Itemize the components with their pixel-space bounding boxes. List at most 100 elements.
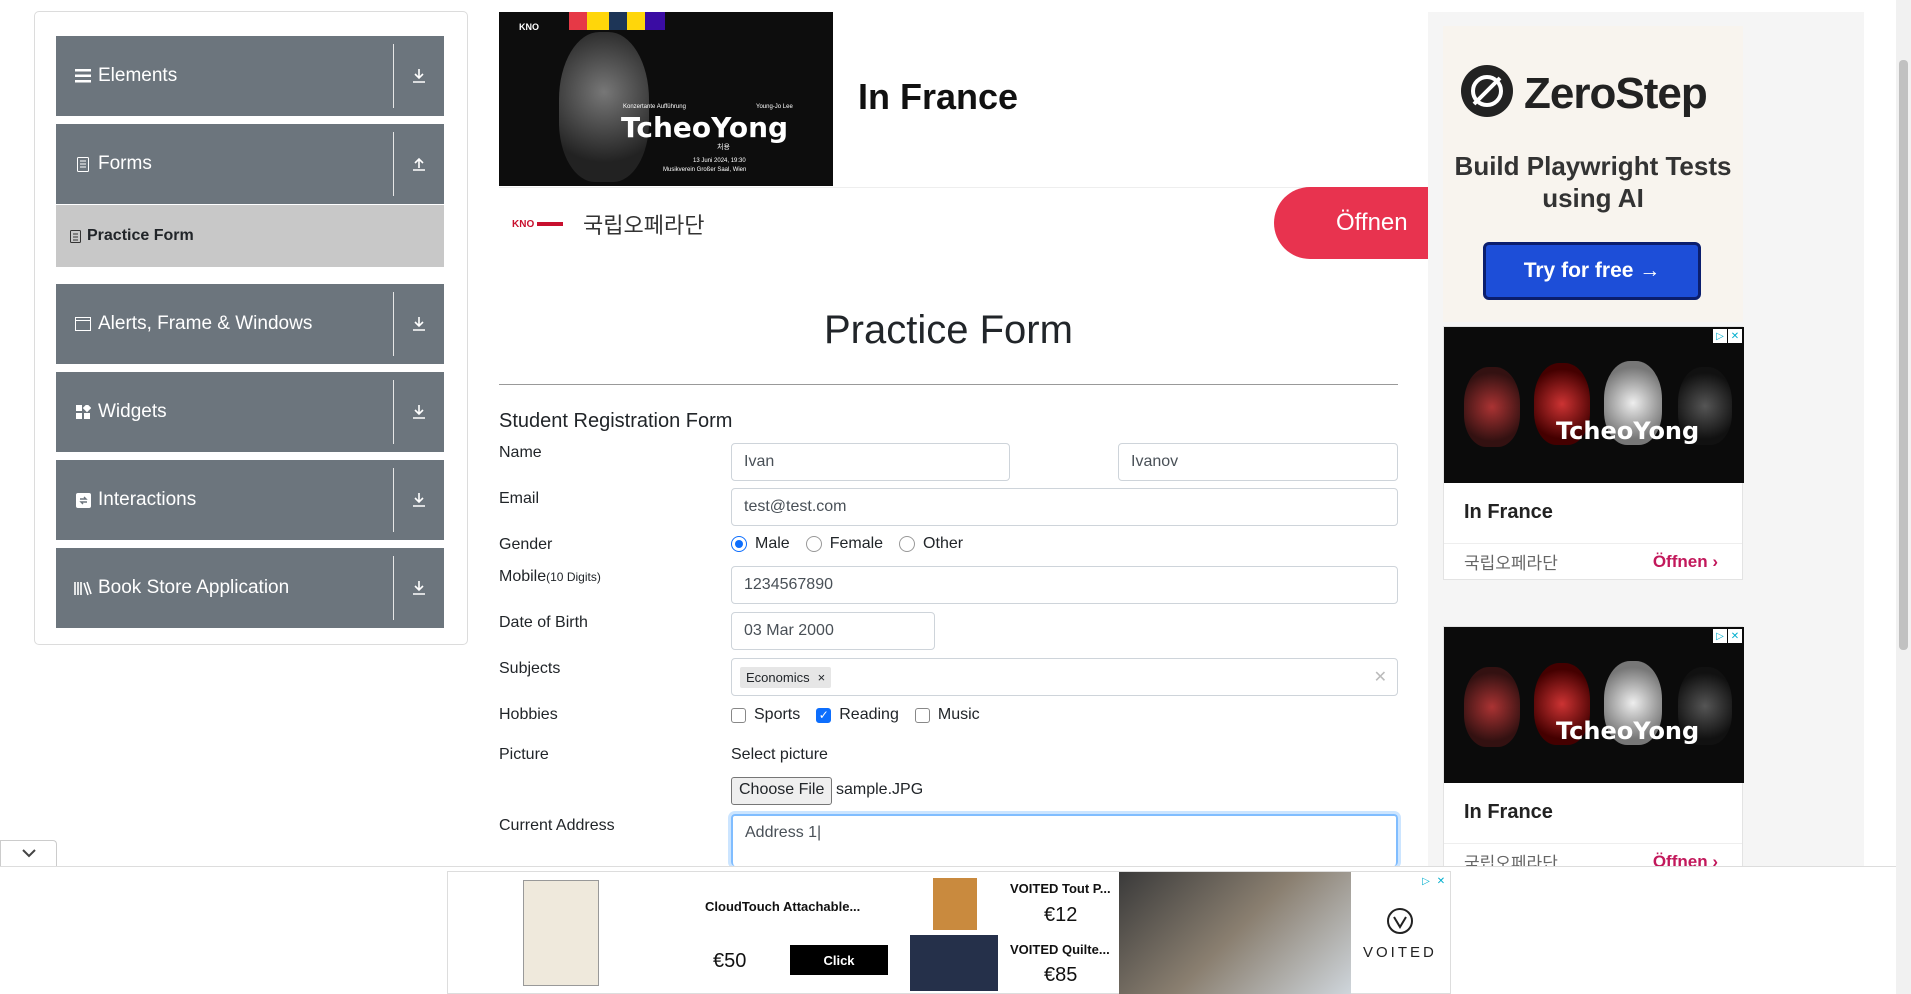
date-of-birth-input[interactable]: 03 Mar 2000 — [731, 612, 935, 650]
product-name[interactable]: CloudTouch Attachable... — [705, 899, 860, 914]
email-field[interactable]: test@test.com — [731, 488, 1398, 526]
subject-tag: Economics × — [740, 666, 832, 688]
try-for-free-button[interactable]: Try for free → — [1483, 242, 1701, 300]
page-title: Practice Form — [824, 308, 1073, 352]
hobby-sports[interactable]: Sports — [731, 706, 800, 724]
hobby-reading[interactable]: ✓ Reading — [816, 706, 899, 724]
radio-button[interactable] — [805, 536, 822, 552]
mobile-input[interactable]: 1234567890 — [731, 566, 1398, 604]
click-button[interactable]: Click — [790, 945, 888, 975]
sidebar-group-label: Widgets — [98, 401, 167, 422]
product-image-quilt[interactable] — [910, 935, 998, 991]
scrollbar-thumb[interactable] — [1899, 60, 1908, 650]
sidebar-item-practice-form[interactable]: Practice Form — [56, 205, 444, 267]
zerostep-logo-icon — [1460, 64, 1514, 123]
product-image-blanket[interactable] — [523, 880, 599, 986]
ad-card[interactable]: TcheoYong ▷ ✕ In France 국립오페라단 Öffnen › — [1443, 326, 1744, 580]
gender-group: Male Female Other — [731, 535, 979, 553]
sidebar-group-alerts[interactable]: Alerts, Frame & Windows — [56, 284, 444, 364]
ad-choices-icon[interactable]: ▷ ✕ — [1419, 874, 1448, 888]
ad-choices-icon[interactable]: ▷ ✕ — [1713, 629, 1742, 643]
zerostep-tagline: Build Playwright Tests using AI — [1454, 151, 1732, 213]
first-name-input[interactable]: Ivan — [731, 443, 1010, 481]
download-icon[interactable] — [394, 492, 444, 508]
ad-card-title: In France — [1464, 501, 1553, 523]
mobile-label: Mobile(10 Digits) — [499, 568, 601, 585]
sidebar-group-label: Elements — [98, 65, 178, 86]
sidebar-group-elements[interactable]: Elements — [56, 36, 444, 116]
document-icon — [72, 156, 94, 172]
download-icon[interactable] — [394, 68, 444, 84]
current-address-textarea[interactable]: Address 1| — [731, 814, 1398, 866]
zerostep-brand: ZeroStep — [1524, 68, 1708, 118]
ad-open-link[interactable]: Öffnen › — [1653, 552, 1718, 572]
radio-button[interactable] — [899, 536, 916, 552]
sidebar-group-label: Interactions — [98, 489, 197, 510]
ad-advertiser: 국립오페라단 — [1464, 554, 1558, 574]
divider — [499, 384, 1398, 385]
ad-poster-image[interactable]: KNO Konzertante Aufführung Young-Jo Lee … — [499, 12, 833, 186]
ad-title[interactable]: In France — [858, 76, 1018, 118]
product-name[interactable]: VOITED Tout P... — [1010, 881, 1111, 896]
product-price: €12 — [1044, 904, 1078, 926]
gender-male[interactable]: Male — [731, 535, 790, 553]
form-heading: Student Registration Form — [499, 410, 733, 432]
ad-card[interactable]: TcheoYong ▷ ✕ In France 국립오페라단 Öffnen › — [1443, 626, 1744, 880]
ad-advertiser: 국립오페라단 — [583, 214, 705, 239]
gender-female[interactable]: Female — [805, 535, 883, 553]
collapse-ad-button[interactable] — [0, 840, 57, 866]
widgets-icon — [72, 404, 94, 420]
remove-tag-icon[interactable]: × — [818, 670, 826, 685]
dob-label: Date of Birth — [499, 614, 588, 631]
sidebar-group-forms[interactable]: Forms — [56, 124, 444, 204]
gender-other[interactable]: Other — [899, 535, 963, 553]
hobbies-group: Sports ✓ Reading Music — [731, 706, 996, 724]
menu-icon — [72, 69, 94, 83]
ad-choices-icon[interactable]: ▷ ✕ — [1713, 329, 1742, 343]
ad-card-title: In France — [1464, 801, 1553, 823]
gender-label: Gender — [499, 536, 553, 553]
zerostep-ad[interactable]: ZeroStep Build Playwright Tests using AI… — [1443, 26, 1743, 322]
address-label: Current Address — [499, 817, 615, 834]
product-image-pouch[interactable] — [933, 878, 977, 930]
hobbies-label: Hobbies — [499, 706, 558, 723]
ad-logo: KNO — [512, 215, 568, 233]
ad-poster-image: TcheoYong ▷ ✕ — [1444, 327, 1744, 483]
name-label: Name — [499, 444, 542, 461]
window-icon — [72, 317, 94, 331]
ad-open-button[interactable]: Öffnen — [1274, 187, 1454, 259]
product-lifestyle-image[interactable] — [1119, 872, 1351, 994]
sidebar-item-label: Practice Form — [87, 227, 194, 244]
product-price: €50 — [713, 950, 747, 972]
chevron-down-icon — [21, 845, 37, 863]
sidebar-group-widgets[interactable]: Widgets — [56, 372, 444, 452]
product-name[interactable]: VOITED Quilte... — [1010, 942, 1110, 957]
voited-logo-icon — [1386, 907, 1414, 940]
download-icon[interactable] — [394, 404, 444, 420]
select-picture-caption: Select picture — [731, 746, 828, 763]
sidebar-group-book-store[interactable]: Book Store Application — [56, 548, 444, 628]
checkbox[interactable]: ✓ — [816, 707, 832, 723]
clear-icon[interactable]: ✕ — [1374, 667, 1387, 687]
hobby-music[interactable]: Music — [914, 706, 980, 724]
subjects-input[interactable]: Economics × ✕ — [731, 658, 1398, 696]
choose-file-button[interactable]: Choose File — [731, 777, 833, 805]
radio-button[interactable] — [731, 536, 747, 552]
picture-label: Picture — [499, 746, 549, 763]
download-icon[interactable] — [394, 316, 444, 332]
upload-icon[interactable] — [394, 156, 444, 172]
email-label: Email — [499, 490, 540, 507]
sidebar: Elements Forms Practice Form Alerts, Fra… — [34, 11, 468, 645]
bottom-ad[interactable]: CloudTouch Attachable... €50 Click VOITE… — [447, 871, 1451, 994]
sidebar-group-interactions[interactable]: Interactions — [56, 460, 444, 540]
sidebar-group-label: Book Store Application — [98, 577, 290, 598]
subjects-label: Subjects — [499, 660, 561, 677]
sidebar-group-label: Alerts, Frame & Windows — [98, 313, 313, 334]
last-name-input[interactable]: Ivanov — [1118, 443, 1398, 481]
scrollbar[interactable] — [1896, 0, 1911, 994]
checkbox[interactable] — [914, 707, 930, 723]
product-price: €85 — [1044, 964, 1078, 986]
chevron-right-icon: › — [1712, 551, 1718, 571]
download-icon[interactable] — [394, 580, 444, 596]
checkbox[interactable] — [731, 707, 746, 723]
